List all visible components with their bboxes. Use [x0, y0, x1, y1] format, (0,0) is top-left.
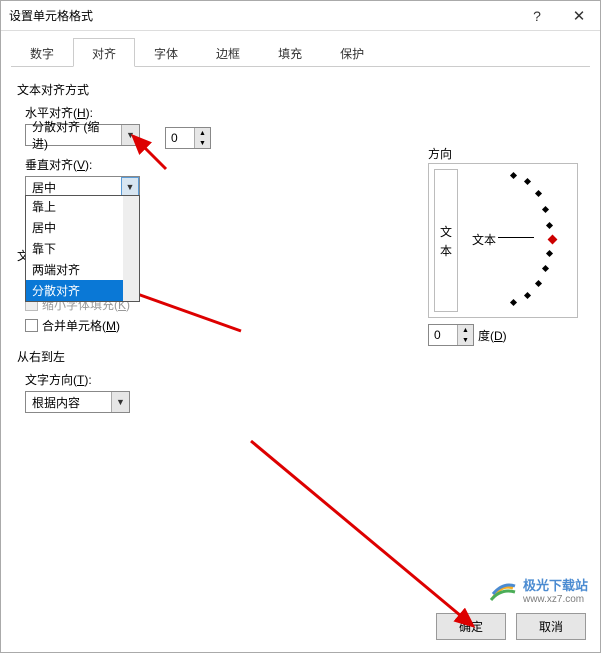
horizontal-align-combo[interactable]: 分散对齐 (缩进) ▼: [25, 124, 140, 146]
dialog-button-row: 确定 取消: [436, 613, 586, 640]
vertical-text-char-1: 文: [440, 223, 452, 240]
text-direction-label: 文字方向(T):: [25, 371, 584, 388]
tab-border[interactable]: 边框: [197, 38, 259, 67]
degree-down-icon[interactable]: ▼: [457, 335, 473, 345]
close-button[interactable]: ✕: [558, 1, 600, 31]
degree-spinner[interactable]: 0 ▲▼: [428, 324, 474, 346]
tab-alignment[interactable]: 对齐: [73, 38, 135, 67]
checkbox-icon[interactable]: [25, 319, 38, 332]
watermark-text: 极光下载站: [523, 579, 588, 593]
dial-center-label: 文本: [472, 231, 496, 248]
degree-label: 度(D): [478, 327, 507, 344]
orientation-group: 方向 文 本 文本: [428, 153, 578, 346]
merge-cells-label: 合并单元格(M): [42, 317, 120, 334]
tab-fill[interactable]: 填充: [259, 38, 321, 67]
tab-font[interactable]: 字体: [135, 38, 197, 67]
watermark-url: www.xz7.com: [523, 594, 588, 605]
indent-value: 0: [166, 131, 194, 145]
dial-line: [498, 237, 534, 238]
tab-bar: 数字 对齐 字体 边框 填充 保护: [11, 37, 590, 67]
tab-protection[interactable]: 保护: [321, 38, 383, 67]
cancel-button[interactable]: 取消: [516, 613, 586, 640]
text-align-section-title: 文本对齐方式: [17, 81, 584, 98]
vertical-text-button[interactable]: 文 本: [434, 169, 458, 312]
orientation-title: 方向: [428, 145, 452, 162]
degree-value: 0: [429, 328, 457, 342]
indent-spinner[interactable]: 0 ▲▼: [165, 127, 211, 149]
text-direction-combo[interactable]: 根据内容 ▼: [25, 391, 130, 413]
content-area: 文本对齐方式 水平对齐(H): 分散对齐 (缩进) ▼ 缩进(I): 0 ▲▼ …: [1, 67, 600, 423]
chevron-down-icon[interactable]: ▼: [121, 177, 139, 197]
dialog-title: 设置单元格格式: [9, 7, 516, 24]
watermark: 极光下载站 www.xz7.com: [489, 578, 588, 606]
degree-up-icon[interactable]: ▲: [457, 325, 473, 335]
rtl-section-title: 从右到左: [17, 348, 584, 365]
titlebar: 设置单元格格式 ? ✕: [1, 1, 600, 31]
orientation-control[interactable]: 文 本 文本: [428, 163, 578, 318]
ok-button[interactable]: 确定: [436, 613, 506, 640]
vertical-align-dropdown: 靠上 居中 靠下 两端对齐 分散对齐: [25, 195, 140, 302]
tab-number[interactable]: 数字: [11, 38, 73, 67]
annotation-arrow-3: [241, 431, 501, 641]
chevron-down-icon[interactable]: ▼: [121, 125, 139, 145]
watermark-icon: [489, 578, 517, 606]
chevron-down-icon[interactable]: ▼: [111, 392, 129, 412]
indent-down-icon[interactable]: ▼: [194, 138, 210, 148]
horizontal-align-value: 分散对齐 (缩进): [26, 118, 121, 152]
indent-up-icon[interactable]: ▲: [194, 128, 210, 138]
vertical-text-char-2: 本: [440, 242, 452, 259]
help-button[interactable]: ?: [516, 1, 558, 31]
dropdown-scrollbar[interactable]: [123, 196, 139, 301]
dialog-format-cells: 设置单元格格式 ? ✕ 数字 对齐 字体 边框 填充 保护 文本对齐方式 水平对…: [0, 0, 601, 653]
dial-handle[interactable]: [548, 235, 558, 245]
vertical-align-value: 居中: [26, 179, 121, 196]
orientation-dial[interactable]: 文本: [464, 169, 572, 312]
text-direction-value: 根据内容: [26, 394, 111, 411]
